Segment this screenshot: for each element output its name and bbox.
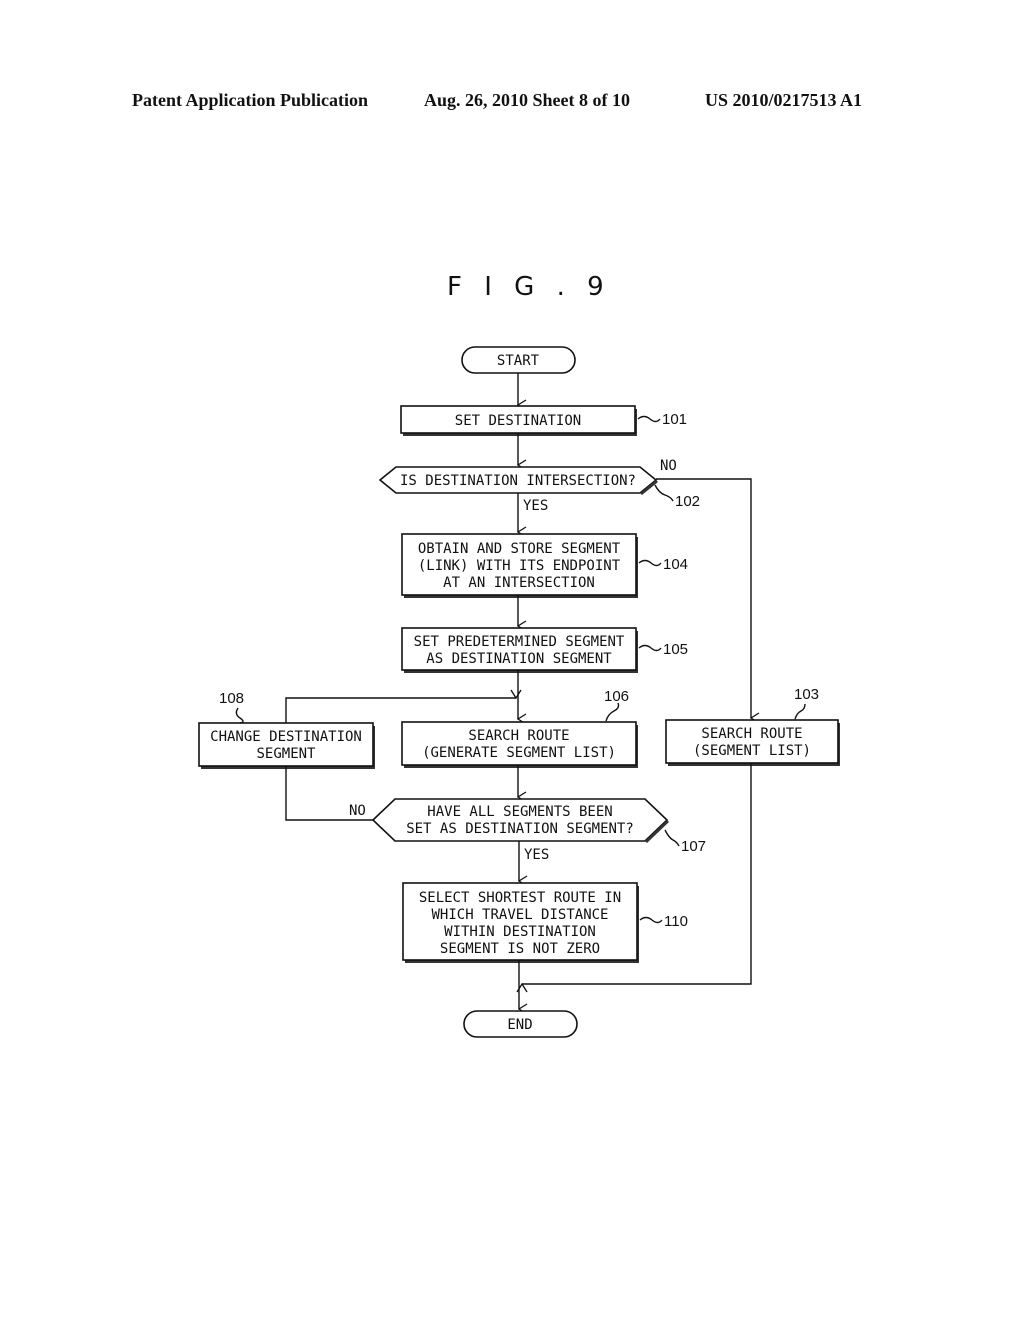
leader-107 — [664, 829, 680, 847]
step-110-line-4: SEGMENT IS NOT ZERO — [440, 941, 600, 957]
step-108: CHANGE DESTINATION SEGMENT 108 — [198, 690, 375, 769]
leader-105 — [638, 644, 662, 652]
decision-107-line-2: SET AS DESTINATION SEGMENT? — [406, 821, 634, 837]
step-105: SET PREDETERMINED SEGMENT AS DESTINATION… — [401, 627, 688, 673]
decision-102: IS DESTINATION INTERSECTION? 102 NO YES — [378, 458, 700, 514]
step-104: OBTAIN AND STORE SEGMENT (LINK) WITH ITS… — [401, 533, 688, 598]
ref-101: 101 — [662, 411, 687, 428]
step-106-line-2: (GENERATE SEGMENT LIST) — [422, 745, 616, 761]
step-101-text: SET DESTINATION — [455, 413, 581, 429]
leader-102 — [654, 484, 674, 502]
ref-108: 108 — [219, 690, 244, 707]
step-105-line-2: AS DESTINATION SEGMENT — [426, 651, 612, 667]
start-terminal: START — [461, 346, 576, 374]
ref-106: 106 — [604, 688, 629, 705]
step-110-line-3: WITHIN DESTINATION — [444, 924, 596, 940]
step-104-line-1: OBTAIN AND STORE SEGMENT — [418, 541, 621, 557]
leader-104 — [638, 559, 662, 567]
ref-104: 104 — [663, 556, 688, 573]
decision-102-no-label: NO — [660, 458, 677, 474]
leader-106 — [605, 702, 620, 722]
step-108-line-1: CHANGE DESTINATION — [210, 729, 362, 745]
decision-107-yes-label: YES — [524, 847, 549, 863]
step-105-line-1: SET PREDETERMINED SEGMENT — [414, 634, 625, 650]
ref-102: 102 — [675, 493, 700, 510]
decision-107-line-1: HAVE ALL SEGMENTS BEEN — [427, 804, 612, 820]
ref-105: 105 — [663, 641, 688, 658]
step-103: SEARCH ROUTE (SEGMENT LIST) 103 — [665, 686, 840, 766]
ref-107: 107 — [681, 838, 706, 855]
ref-110: 110 — [664, 913, 688, 930]
decision-102-text: IS DESTINATION INTERSECTION? — [400, 473, 636, 489]
decision-102-yes-label: YES — [523, 498, 548, 514]
step-104-line-3: AT AN INTERSECTION — [443, 575, 595, 591]
step-110: SELECT SHORTEST ROUTE IN WHICH TRAVEL DI… — [402, 882, 688, 963]
ref-103: 103 — [794, 686, 819, 703]
end-terminal: END — [463, 1010, 578, 1038]
leader-101 — [637, 415, 661, 423]
step-106-line-1: SEARCH ROUTE — [468, 728, 569, 744]
flowchart: START SET DESTINATION 101 IS DESTINATION… — [198, 346, 840, 1038]
step-110-line-2: WHICH TRAVEL DISTANCE — [431, 907, 608, 923]
decision-107-no-label: NO — [349, 803, 366, 819]
step-104-line-2: (LINK) WITH ITS ENDPOINT — [418, 558, 621, 574]
end-label: END — [507, 1017, 532, 1033]
start-label: START — [497, 353, 540, 369]
step-106: SEARCH ROUTE (GENERATE SEGMENT LIST) 106 — [401, 688, 638, 768]
step-103-line-2: (SEGMENT LIST) — [693, 743, 811, 759]
leader-108 — [235, 707, 244, 724]
connector-108-106 — [285, 689, 522, 723]
step-101: SET DESTINATION 101 — [400, 405, 687, 436]
decision-107: HAVE ALL SEGMENTS BEEN SET AS DESTINATIO… — [349, 798, 706, 863]
leader-110 — [639, 916, 663, 924]
leader-103 — [794, 703, 806, 720]
connector-102-103 — [656, 478, 760, 724]
step-110-line-1: SELECT SHORTEST ROUTE IN — [419, 890, 621, 906]
step-103-line-1: SEARCH ROUTE — [701, 726, 802, 742]
step-108-line-2: SEGMENT — [256, 746, 316, 762]
